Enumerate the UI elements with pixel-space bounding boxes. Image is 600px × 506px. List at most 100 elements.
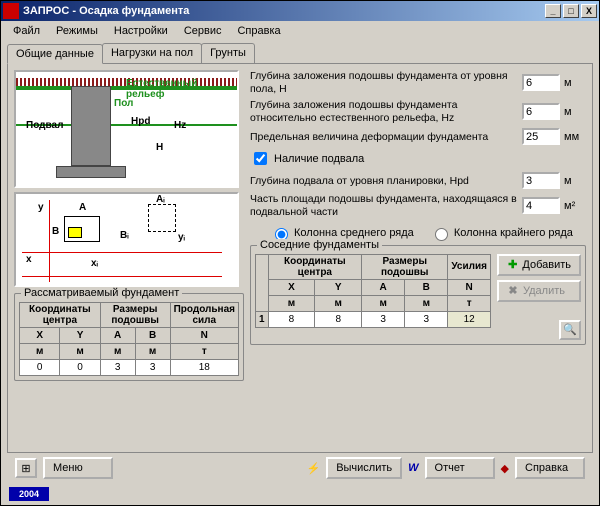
unit-depth-relief: м xyxy=(564,106,586,118)
radio-edge-input[interactable] xyxy=(435,228,448,241)
diagram-plan: A B Aᵢ Bᵢ xᵢ yᵢ x y xyxy=(14,192,239,287)
n-u-N: т xyxy=(448,295,491,311)
own-cell[interactable]: 3 xyxy=(100,360,135,376)
neighbor-group: Соседние фундаменты Координаты центра Ра… xyxy=(250,245,586,345)
label-relief: Естественный рельеф xyxy=(126,78,237,100)
input-depth-floor[interactable] xyxy=(522,74,560,91)
tab-page: Естественный рельеф Пол Подвал Hpd Hz H xyxy=(7,63,593,453)
menu-modes[interactable]: Режимы xyxy=(48,23,106,39)
own-cell[interactable]: 3 xyxy=(135,360,170,376)
label-depth-relief: Глубина заложения подошвы фундамента отн… xyxy=(250,99,518,124)
n-h-force: Усилия xyxy=(448,254,491,279)
menu-help[interactable]: Справка xyxy=(229,23,288,39)
content: Общие данные Нагрузки на пол Грунты Есте… xyxy=(1,41,599,505)
n-u-X: м xyxy=(268,295,315,311)
window-title: ЗАПРОС - Осадка фундамента xyxy=(23,5,189,17)
tab-soils[interactable]: Грунты xyxy=(201,43,255,63)
label-Bi: Bᵢ xyxy=(120,230,129,241)
own-u-N: т xyxy=(170,344,238,360)
menu-service[interactable]: Сервис xyxy=(176,23,230,39)
unit-basement-area: м² xyxy=(564,200,586,212)
plus-icon: ✚ xyxy=(507,259,518,271)
label-depth-floor: Глубина заложения подошвы фундамента от … xyxy=(250,70,518,95)
menu-icon-button[interactable]: ⊞ xyxy=(15,458,37,478)
year-badge: 2004 xyxy=(9,487,49,501)
label-A: A xyxy=(79,202,86,213)
own-h-coord: Координаты центра xyxy=(20,303,101,328)
neighbor-caption: Соседние фундаменты xyxy=(257,239,382,251)
calc-button[interactable]: Вычислить xyxy=(326,457,402,479)
own-cell[interactable]: 0 xyxy=(20,360,60,376)
x-icon: ✖ xyxy=(507,285,519,297)
check-basement[interactable] xyxy=(254,152,267,165)
input-basement-depth[interactable] xyxy=(522,172,560,189)
add-label: Добавить xyxy=(522,259,571,271)
n-u-A: м xyxy=(362,295,405,311)
label-basement: Подвал xyxy=(26,120,63,131)
close-button[interactable]: X xyxy=(581,4,597,18)
input-depth-relief[interactable] xyxy=(522,103,560,120)
titlebar: ЗАПРОС - Осадка фундамента _ □ X xyxy=(1,1,599,21)
own-h-force: Продольная сила xyxy=(170,303,238,328)
menubar: Файл Режимы Настройки Сервис Справка xyxy=(1,21,599,41)
label-hpd: Hpd xyxy=(131,116,150,127)
own-table[interactable]: Координаты центра Размеры подошвы Продол… xyxy=(19,302,239,376)
input-deform[interactable] xyxy=(522,128,560,145)
n-cell[interactable]: 12 xyxy=(448,311,491,327)
own-h-size: Размеры подошвы xyxy=(100,303,170,328)
label-deform: Предельная величина деформации фундамент… xyxy=(250,131,518,144)
report-button[interactable]: Отчет xyxy=(425,457,495,479)
own-foundation-group: Рассматриваемый фундамент Координаты цен… xyxy=(14,293,244,381)
n-h-size: Размеры подошвы xyxy=(362,254,448,279)
label-floor: Пол xyxy=(114,98,133,109)
own-col-B: B xyxy=(135,328,170,344)
detail-button[interactable]: 🔍 xyxy=(559,320,581,340)
del-label: Удалить xyxy=(523,285,565,297)
n-cell[interactable]: 3 xyxy=(405,311,448,327)
own-cell[interactable]: 18 xyxy=(170,360,238,376)
label-basement-depth: Глубина подвала от уровня планировки, Hp… xyxy=(250,175,518,188)
report-label: Отчет xyxy=(435,462,465,474)
calc-label: Вычислить xyxy=(336,462,392,474)
unit-deform: мм xyxy=(564,131,586,143)
input-basement-area[interactable] xyxy=(522,197,560,214)
bottombar: ⊞ Меню ⚡ Вычислить W Отчет ◆ Справка xyxy=(7,453,593,483)
menu-settings[interactable]: Настройки xyxy=(106,23,176,39)
own-caption: Рассматриваемый фундамент xyxy=(21,287,182,299)
n-cell[interactable]: 3 xyxy=(362,311,405,327)
diagram-section: Естественный рельеф Пол Подвал Hpd Hz H xyxy=(14,70,239,188)
tab-strip: Общие данные Нагрузки на пол Грунты xyxy=(7,43,593,63)
help-button[interactable]: Справка xyxy=(515,457,585,479)
delete-button[interactable]: ✖ Удалить xyxy=(497,280,581,302)
n-col-B: B xyxy=(405,279,448,295)
label-basement-check: Наличие подвала xyxy=(274,153,364,165)
n-u-B: м xyxy=(405,295,448,311)
n-row-num: 1 xyxy=(256,311,269,327)
n-cell[interactable]: 8 xyxy=(268,311,315,327)
label-h: H xyxy=(156,142,163,153)
own-u-B: м xyxy=(135,344,170,360)
radio-edge[interactable]: Колонна крайнего ряда xyxy=(430,225,573,241)
app-icon xyxy=(3,3,19,19)
book-icon: ◆ xyxy=(501,462,509,475)
minimize-button[interactable]: _ xyxy=(545,4,561,18)
own-col-N: N xyxy=(170,328,238,344)
menu-file[interactable]: Файл xyxy=(5,23,48,39)
tab-general[interactable]: Общие данные xyxy=(7,44,103,64)
tab-loads[interactable]: Нагрузки на пол xyxy=(102,43,202,63)
neighbor-table[interactable]: Координаты центра Размеры подошвы Усилия… xyxy=(255,254,491,328)
add-button[interactable]: ✚ Добавить xyxy=(497,254,581,276)
maximize-button[interactable]: □ xyxy=(563,4,579,18)
own-cell[interactable]: 0 xyxy=(60,360,100,376)
n-col-A: A xyxy=(362,279,405,295)
label-yi: yᵢ xyxy=(178,232,185,243)
menu-button[interactable]: Меню xyxy=(43,457,113,479)
n-cell[interactable]: 8 xyxy=(315,311,362,327)
label-y: y xyxy=(38,202,44,213)
bolt-icon: ⚡ xyxy=(306,462,320,475)
label-x: x xyxy=(26,254,32,265)
own-u-X: м xyxy=(20,344,60,360)
own-col-A: A xyxy=(100,328,135,344)
help-label: Справка xyxy=(525,462,568,474)
w-icon: W xyxy=(408,462,418,474)
